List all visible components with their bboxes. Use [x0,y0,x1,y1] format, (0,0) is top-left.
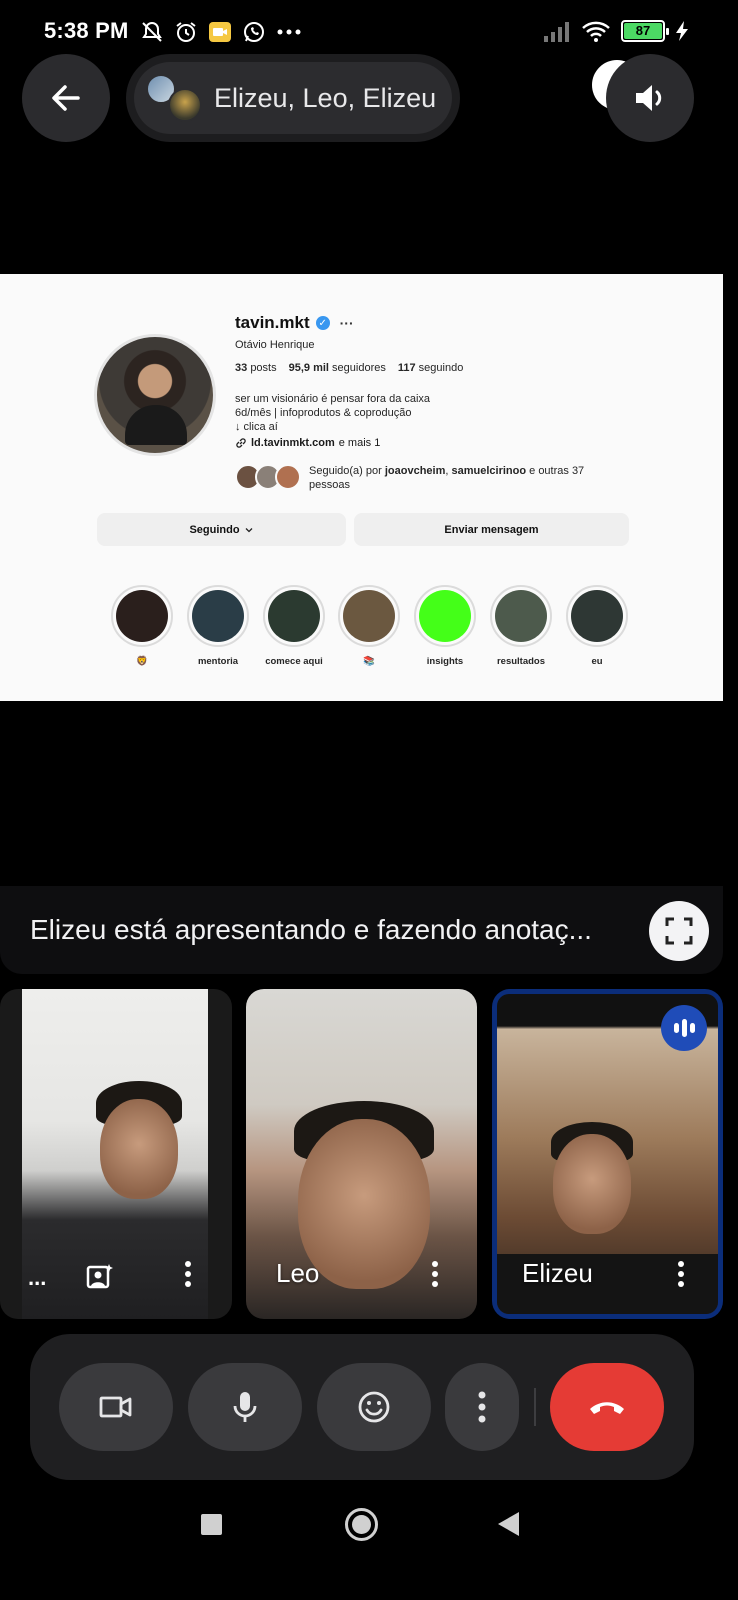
highlight-cover [338,585,400,647]
highlight-label: comece aqui [265,656,323,667]
microphone-icon [233,1392,257,1422]
effects-button[interactable] [78,1255,122,1299]
highlight-cover [187,585,249,647]
profile-username: tavin.mkt ✓ ··· [235,313,354,332]
signal-icon [544,22,569,42]
profile-link: ld.tavinmkt.com e mais 1 [235,437,380,449]
highlight-cover [414,585,476,647]
link-icon [236,438,246,448]
end-call-button[interactable] [550,1363,664,1451]
followers-stat: 95,9 mil seguidores [288,362,386,374]
story-highlight[interactable]: insights [413,585,477,667]
fullscreen-icon [665,917,693,945]
speaking-indicator-icon [661,1005,707,1051]
controls-divider [534,1388,536,1426]
emoji-icon [358,1391,390,1423]
story-highlight[interactable]: resultados [489,585,553,667]
following-stat: 117 seguindo [397,362,464,374]
reactions-button[interactable] [317,1363,431,1451]
arrow-left-icon [52,85,80,111]
participant-name: Elizeu [522,1258,593,1288]
avatar [275,464,301,490]
system-back-button[interactable] [498,1512,519,1536]
story-highlight[interactable]: 📚 [337,585,401,667]
highlight-label: mentoria [197,656,239,667]
highlight-label: 🦁 [136,656,148,667]
story-highlight[interactable]: mentoria [186,585,250,667]
highlight-cover [263,585,325,647]
wifi-icon [582,21,610,42]
profile-picture [94,334,216,456]
profile-stats: 33 posts 95,9 mil seguidores 117 seguind… [235,362,463,374]
highlight-cover [490,585,552,647]
tile-options-button[interactable] [423,1257,447,1291]
status-bar: 5:38 PM 87 [0,0,723,62]
more-label: ... [28,1265,47,1290]
status-time: 5:38 PM [44,18,129,43]
following-button[interactable]: Seguindo [97,513,346,546]
more-options-icon: ··· [339,315,354,331]
whatsapp-icon [244,22,264,42]
send-message-button[interactable]: Enviar mensagem [354,513,629,546]
participant-tile-leo[interactable]: Leo [246,989,477,1319]
chevron-down-icon [245,527,253,532]
highlight-label: resultados [496,656,546,667]
bell-off-icon [142,21,162,42]
vertical-dots-icon [478,1391,486,1423]
posts-stat: 33 posts [235,362,277,374]
video-app-icon [209,22,231,42]
more-dots-icon [277,29,301,35]
presenting-text: Elizeu está apresentando e fazendo anota… [30,914,592,945]
highlight-label: eu [591,656,603,667]
highlight-label: insights [426,656,464,667]
camera-button[interactable] [59,1363,173,1451]
speaker-icon [636,85,662,111]
charging-icon [676,21,688,41]
recents-button[interactable] [201,1514,222,1535]
verified-badge-icon: ✓ [315,316,330,330]
profile-bio: ser um visionário é pensar fora da caixa… [235,393,431,433]
fullscreen-button[interactable] [649,901,709,961]
mutual-avatars [235,464,305,492]
avatar [168,88,202,122]
highlight-cover [111,585,173,647]
followed-by: Seguido(a) por joaovcheim, samuelcirinoo… [235,464,609,492]
profile-full-name: Otávio Henrique [235,339,315,351]
highlight-label: 📚 [363,656,375,667]
more-options-button[interactable] [445,1363,519,1451]
story-highlight[interactable]: eu [565,585,629,667]
participant-tile-elizeu[interactable]: Elizeu [492,989,723,1319]
microphone-button[interactable] [188,1363,302,1451]
tile-options-button[interactable] [669,1257,693,1291]
video-camera-icon [99,1396,132,1418]
call-title-pill[interactable]: Elizeu, Leo, Elizeu [126,54,460,142]
story-highlight[interactable]: 🦁 [110,585,174,667]
group-avatars [142,68,208,128]
followed-by-text: Seguido(a) por joaovcheim, samuelcirinoo… [309,465,585,491]
hang-up-icon [590,1402,624,1414]
highlight-cover [566,585,628,647]
tile-options-button[interactable] [176,1257,200,1291]
speaker-button[interactable] [606,54,694,142]
home-button[interactable] [345,1508,378,1541]
back-button[interactable] [22,54,110,142]
alarm-icon [176,22,196,42]
battery-icon: 87 [621,20,669,42]
story-highlight[interactable]: comece aqui [262,585,326,667]
self-view-tile[interactable]: ... [0,989,232,1319]
participant-name: Leo [276,1258,320,1288]
portrait-effects-icon [86,1264,113,1289]
call-title: Elizeu, Leo, Elizeu [214,82,437,113]
